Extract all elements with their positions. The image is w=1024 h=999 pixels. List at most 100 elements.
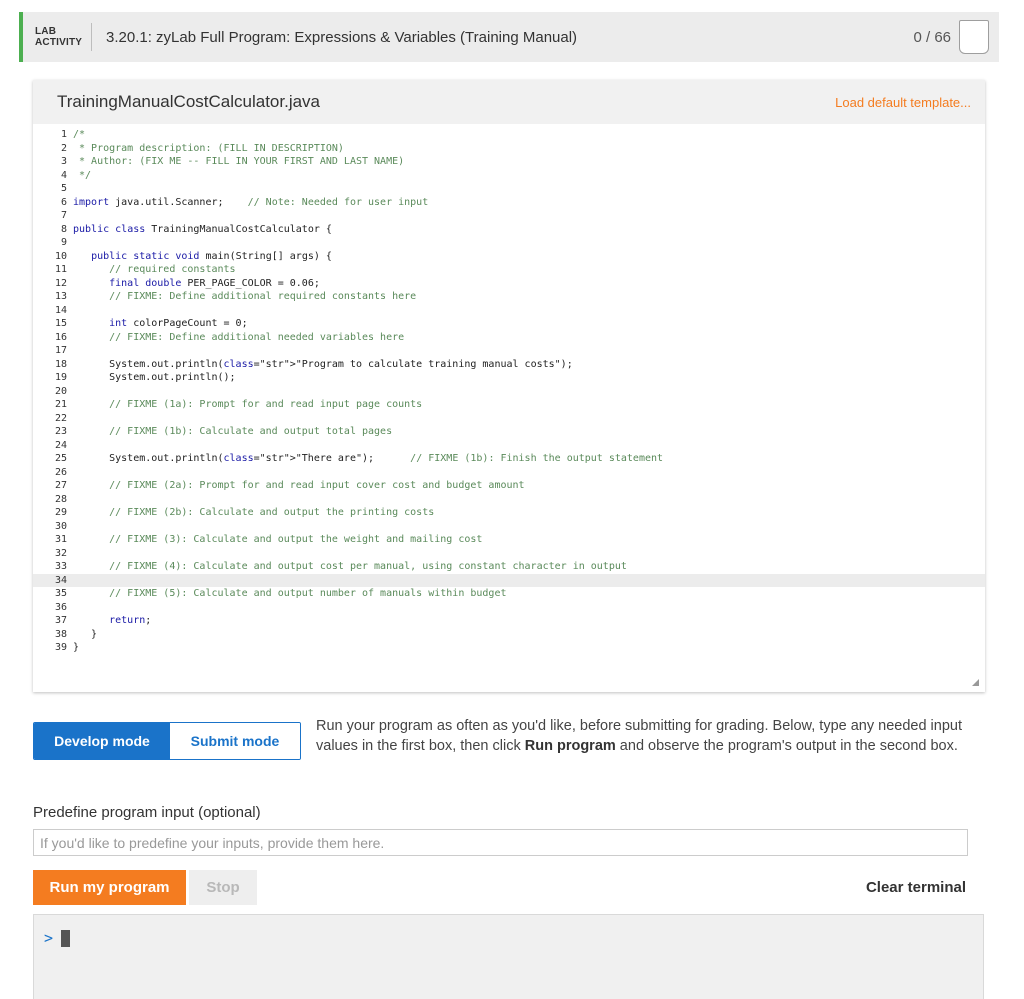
code-line[interactable]: 15 int colorPageCount = 0; bbox=[33, 317, 985, 331]
code-line[interactable]: 13 // FIXME: Define additional required … bbox=[33, 290, 985, 304]
line-number: 26 bbox=[54, 466, 67, 478]
code-line[interactable]: 29 // FIXME (2b): Calculate and output t… bbox=[33, 506, 985, 520]
mode-toggle: Develop mode Submit mode bbox=[33, 722, 301, 760]
line-number: 11 bbox=[54, 264, 67, 275]
code-line[interactable]: 1 /* bbox=[33, 128, 985, 142]
code-line[interactable]: 22 bbox=[33, 412, 985, 426]
submit-mode-button[interactable]: Submit mode bbox=[170, 723, 300, 759]
stop-button[interactable]: Stop bbox=[189, 870, 257, 905]
code-line[interactable]: 35 // FIXME (5): Calculate and output nu… bbox=[33, 587, 985, 601]
code-text: System.out.println(class="str">"Program … bbox=[73, 358, 573, 370]
code-line[interactable]: 20 bbox=[33, 385, 985, 399]
line-number: 36 bbox=[54, 601, 67, 613]
code-text: * Program description: (FILL IN DESCRIPT… bbox=[73, 142, 344, 154]
code-text: // FIXME (2b): Calculate and output the … bbox=[109, 507, 435, 518]
code-text: import java.util.Scanner; // Note: Neede… bbox=[73, 196, 429, 208]
line-number: 29 bbox=[54, 507, 67, 518]
line-number: 16 bbox=[54, 331, 67, 343]
code-line[interactable]: 14 bbox=[33, 304, 985, 318]
code-line[interactable]: 17 bbox=[33, 344, 985, 358]
code-line[interactable]: 8 public class TrainingManualCostCalculat… bbox=[33, 223, 985, 237]
line-number: 28 bbox=[54, 493, 67, 505]
code-line[interactable]: 27 // FIXME (2a): Prompt for and read in… bbox=[33, 479, 985, 493]
code-line[interactable]: 39} bbox=[33, 641, 985, 655]
line-number: 15 bbox=[54, 318, 67, 329]
code-text: final double PER_PAGE_COLOR = 0.06; bbox=[109, 277, 320, 289]
run-program-button[interactable]: Run my program bbox=[33, 870, 186, 905]
code-line[interactable]: 2 * Program description: (FILL IN DESCRI… bbox=[33, 142, 985, 156]
code-line[interactable]: 12 final double PER_PAGE_COLOR = 0.06; bbox=[33, 277, 985, 291]
lab-activity-header: LAB ACTIVITY 3.20.1: zyLab Full Program:… bbox=[19, 12, 999, 62]
line-number: 6 bbox=[60, 196, 67, 208]
code-line[interactable]: 7 bbox=[33, 209, 985, 223]
line-number: 32 bbox=[54, 547, 67, 559]
terminal-cursor bbox=[61, 929, 71, 947]
code-text: // FIXME (1b): Calculate and output tota… bbox=[109, 426, 393, 437]
code-line[interactable]: 11 // required constants bbox=[33, 263, 985, 277]
line-number: 33 bbox=[54, 561, 67, 572]
code-text: // FIXME (5): Calculate and output numbe… bbox=[109, 588, 507, 599]
line-number: 31 bbox=[54, 534, 67, 545]
line-number: 23 bbox=[54, 426, 67, 437]
code-line[interactable]: 25 System.out.println(class="str">"There… bbox=[33, 452, 985, 466]
line-number: 1 bbox=[60, 129, 67, 140]
code-text: // FIXME (3): Calculate and output the w… bbox=[109, 534, 483, 545]
code-line[interactable]: 21 // FIXME (1a): Prompt for and read in… bbox=[33, 398, 985, 412]
code-text: System.out.println(); bbox=[73, 372, 236, 383]
lab-activity-tag: LAB ACTIVITY bbox=[23, 26, 91, 48]
line-number: 7 bbox=[60, 210, 67, 221]
line-number: 5 bbox=[60, 183, 67, 194]
code-line[interactable]: 10 public static void main(String[] args… bbox=[33, 250, 985, 264]
code-line[interactable]: 3 * Author: (FIX ME -- FILL IN YOUR FIRS… bbox=[33, 155, 985, 169]
code-line[interactable]: 24 bbox=[33, 439, 985, 453]
predefine-input-label: Predefine program input (optional) bbox=[33, 804, 261, 821]
clear-terminal-button[interactable]: Clear terminal bbox=[866, 879, 966, 896]
code-text: // FIXME: Define additional needed varia… bbox=[109, 331, 405, 343]
load-default-template-link[interactable]: Load default template... bbox=[835, 95, 971, 110]
code-line[interactable]: 30 bbox=[33, 520, 985, 534]
code-line[interactable]: 36 bbox=[33, 601, 985, 615]
code-text: public static void main(String[] args) { bbox=[91, 250, 332, 262]
develop-mode-button[interactable]: Develop mode bbox=[34, 723, 170, 759]
code-editor[interactable]: 1 /* 2 * Program description: (FILL IN DES… bbox=[33, 124, 985, 692]
code-line[interactable]: 28 bbox=[33, 493, 985, 507]
line-number: 17 bbox=[54, 345, 67, 356]
code-text: System.out.println(class="str">"There ar… bbox=[73, 453, 664, 464]
resize-grip-icon[interactable] bbox=[972, 679, 979, 686]
code-line[interactable]: 34 bbox=[33, 573, 985, 588]
code-text: * Author: (FIX ME -- FILL IN YOUR FIRST … bbox=[73, 156, 405, 167]
code-line[interactable]: 9 bbox=[33, 236, 985, 250]
code-line[interactable]: 6 import java.util.Scanner; // Note: Need… bbox=[33, 196, 985, 210]
output-terminal[interactable]: > bbox=[33, 914, 984, 999]
mode-description: Run your program as often as you'd like,… bbox=[316, 716, 982, 756]
code-text: return; bbox=[109, 615, 152, 626]
code-line[interactable]: 37 return; bbox=[33, 614, 985, 628]
code-line[interactable]: 26 bbox=[33, 466, 985, 480]
line-number: 3 bbox=[60, 156, 67, 167]
code-line[interactable]: 33 // FIXME (4): Calculate and output co… bbox=[33, 560, 985, 574]
code-line[interactable]: 19 System.out.println(); bbox=[33, 371, 985, 385]
code-line[interactable]: 23 // FIXME (1b): Calculate and output t… bbox=[33, 425, 985, 439]
line-number: 12 bbox=[54, 277, 67, 289]
line-number: 13 bbox=[54, 291, 67, 302]
line-number: 30 bbox=[54, 520, 67, 532]
code-line[interactable]: 32 bbox=[33, 547, 985, 561]
code-line[interactable]: 38 } bbox=[33, 628, 985, 642]
line-number: 21 bbox=[54, 399, 67, 410]
code-line[interactable]: 31 // FIXME (3): Calculate and output th… bbox=[33, 533, 985, 547]
code-line[interactable]: 5 bbox=[33, 182, 985, 196]
line-number: 37 bbox=[54, 615, 67, 626]
code-text: // FIXME (4): Calculate and output cost … bbox=[109, 561, 627, 572]
code-line[interactable]: 4 */ bbox=[33, 169, 985, 183]
code-text: } bbox=[73, 628, 98, 640]
line-number: 35 bbox=[54, 588, 67, 599]
code-line[interactable]: 16 // FIXME: Define additional needed va… bbox=[33, 331, 985, 345]
predefine-input-field[interactable] bbox=[33, 829, 968, 856]
code-text: */ bbox=[73, 169, 92, 181]
code-line[interactable]: 18 System.out.println(class="str">"Progr… bbox=[33, 358, 985, 372]
